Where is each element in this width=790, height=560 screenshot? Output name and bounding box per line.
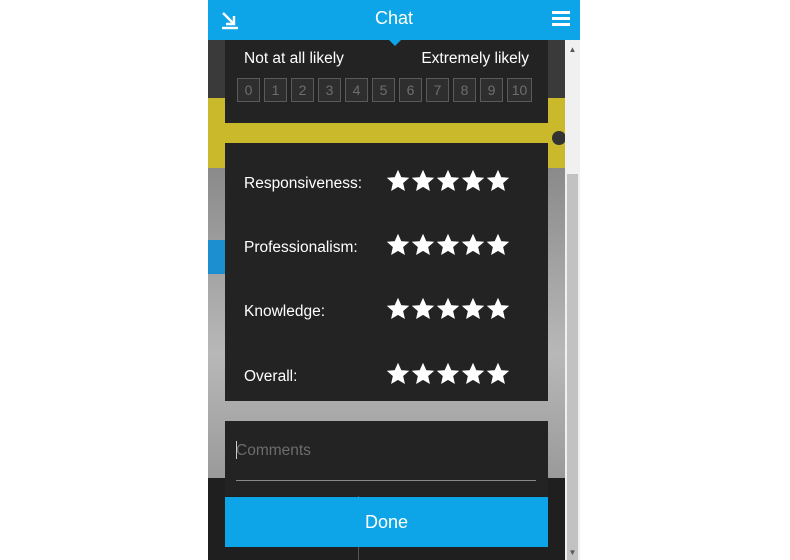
rating-label: Knowledge: bbox=[244, 303, 326, 320]
star-icon[interactable] bbox=[436, 297, 460, 320]
nps-option-7[interactable]: 7 bbox=[426, 78, 449, 102]
chat-title: Chat bbox=[374, 8, 414, 28]
star-icon[interactable] bbox=[386, 362, 410, 385]
star-icon[interactable] bbox=[411, 362, 435, 385]
rating-row-overall: Overall: bbox=[244, 362, 534, 393]
star-icon[interactable] bbox=[486, 297, 510, 320]
star-icon[interactable] bbox=[436, 362, 460, 385]
nps-option-8[interactable]: 8 bbox=[453, 78, 476, 102]
scroll-up-arrow-icon[interactable]: ▲ bbox=[565, 42, 580, 57]
star-icon[interactable] bbox=[411, 233, 435, 256]
nps-option-4[interactable]: 4 bbox=[345, 78, 368, 102]
nps-option-10[interactable]: 10 bbox=[507, 78, 532, 102]
star-rating bbox=[386, 233, 510, 256]
ratings-panel: Responsiveness: Professionalism: Knowled… bbox=[225, 143, 548, 401]
rating-row-professionalism: Professionalism: bbox=[244, 233, 534, 264]
scroll-down-arrow-icon[interactable]: ▼ bbox=[565, 545, 580, 560]
nps-high-label: Extremely likely bbox=[421, 50, 529, 67]
star-icon[interactable] bbox=[411, 169, 435, 192]
background-close-icon bbox=[552, 131, 566, 145]
scrollbar-thumb[interactable] bbox=[567, 174, 578, 560]
star-icon[interactable] bbox=[461, 233, 485, 256]
comments-panel bbox=[225, 421, 548, 496]
star-icon[interactable] bbox=[436, 233, 460, 256]
background-tab bbox=[208, 240, 226, 274]
comments-input[interactable] bbox=[236, 435, 536, 481]
rating-label: Responsiveness: bbox=[244, 175, 363, 192]
star-rating bbox=[386, 362, 510, 385]
nps-option-1[interactable]: 1 bbox=[264, 78, 287, 102]
nps-option-0[interactable]: 0 bbox=[237, 78, 260, 102]
nps-option-6[interactable]: 6 bbox=[399, 78, 422, 102]
header-pointer bbox=[389, 40, 401, 46]
star-icon[interactable] bbox=[461, 297, 485, 320]
hamburger-menu-icon[interactable] bbox=[552, 11, 570, 27]
star-rating bbox=[386, 297, 510, 320]
rating-label: Professionalism: bbox=[244, 239, 358, 256]
star-icon[interactable] bbox=[486, 362, 510, 385]
nps-option-9[interactable]: 9 bbox=[480, 78, 503, 102]
star-icon[interactable] bbox=[411, 297, 435, 320]
nps-scale: 0 1 2 3 4 5 6 7 8 9 10 bbox=[237, 78, 532, 102]
star-icon[interactable] bbox=[486, 233, 510, 256]
star-icon[interactable] bbox=[386, 233, 410, 256]
nps-low-label: Not at all likely bbox=[244, 50, 344, 67]
scrollbar[interactable]: ▲ ▼ bbox=[565, 40, 580, 560]
nps-option-5[interactable]: 5 bbox=[372, 78, 395, 102]
star-icon[interactable] bbox=[486, 169, 510, 192]
star-icon[interactable] bbox=[461, 169, 485, 192]
nps-option-3[interactable]: 3 bbox=[318, 78, 341, 102]
star-icon[interactable] bbox=[461, 362, 485, 385]
star-icon[interactable] bbox=[436, 169, 460, 192]
rating-label: Overall: bbox=[244, 368, 298, 385]
nps-option-2[interactable]: 2 bbox=[291, 78, 314, 102]
done-button[interactable]: Done bbox=[225, 497, 548, 547]
nps-panel: Not at all likely Extremely likely 0 1 2… bbox=[225, 40, 548, 123]
rating-row-knowledge: Knowledge: bbox=[244, 297, 534, 328]
rating-row-responsiveness: Responsiveness: bbox=[244, 169, 534, 200]
chat-header: Chat bbox=[208, 0, 580, 40]
star-icon[interactable] bbox=[386, 169, 410, 192]
text-caret bbox=[236, 441, 237, 459]
star-icon[interactable] bbox=[386, 297, 410, 320]
star-rating bbox=[386, 169, 510, 192]
